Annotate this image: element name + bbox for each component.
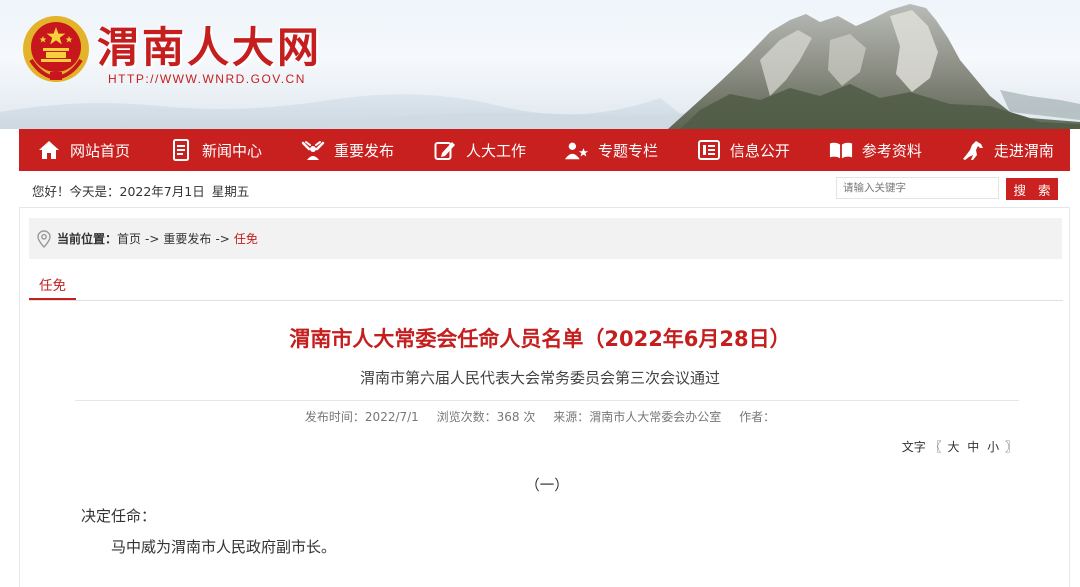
nav-item-label: 重要发布 <box>333 141 394 160</box>
font-size-label: 文字 <box>901 440 926 454</box>
tab-appointments[interactable]: 任免 <box>29 274 76 300</box>
article-source: 来源：渭南市人大常委会办公室 <box>553 410 722 424</box>
date-greeting: 您好！今天是：2022年7月1日 星期五 <box>32 181 252 200</box>
main-nav: 网站首页 新闻中心 重要发布 人大工作 专题专栏 信息公开 参考资料 走进渭南 <box>19 129 1070 171</box>
national-emblem-icon <box>23 16 89 82</box>
font-size-medium-button[interactable]: 中 <box>967 440 979 454</box>
nav-item-weinan[interactable]: 走进渭南 <box>961 139 1054 161</box>
nav-item-home[interactable]: 网站首页 <box>37 139 130 161</box>
section-number: （一） <box>525 478 569 494</box>
breadcrumb-separator: -> <box>145 231 160 246</box>
nav-item-info[interactable]: 信息公开 <box>697 139 790 161</box>
nav-item-label: 网站首页 <box>70 141 131 160</box>
article-paragraph: 决定任命： <box>81 507 157 525</box>
nav-item-label: 新闻中心 <box>201 141 262 160</box>
person-star-icon <box>564 139 589 161</box>
book-icon <box>829 139 853 161</box>
search-button[interactable]: 搜 索 <box>1006 178 1058 200</box>
greeting-text: 您好！今天是：2022年7月1日 <box>32 184 205 199</box>
search-input[interactable] <box>836 177 999 199</box>
tab-divider <box>29 300 1063 301</box>
nav-item-news[interactable]: 新闻中心 <box>169 139 262 161</box>
font-size-small-button[interactable]: 小 <box>987 440 999 454</box>
nav-item-reference[interactable]: 参考资料 <box>829 139 922 161</box>
nav-item-label: 参考资料 <box>861 141 922 160</box>
home-icon <box>37 139 61 161</box>
list-document-icon <box>697 139 721 161</box>
site-url: HTTP://WWW.WNRD.GOV.CN <box>108 72 306 86</box>
horse-icon <box>961 139 985 161</box>
article-divider <box>75 400 1019 401</box>
nav-item-label: 走进渭南 <box>993 141 1054 160</box>
nav-item-work[interactable]: 人大工作 <box>433 139 526 161</box>
location-pin-icon <box>37 229 51 248</box>
font-size-bracket-close: 〗 <box>1004 440 1017 454</box>
nav-item-label: 人大工作 <box>465 141 526 160</box>
weekday-text: 星期五 <box>211 184 250 199</box>
font-size-large-button[interactable]: 大 <box>947 440 959 454</box>
site-title[interactable]: 渭南人大网 <box>97 14 322 75</box>
publish-time: 发布时间：2022/7/1 <box>304 410 419 424</box>
news-document-icon <box>169 139 193 161</box>
edit-icon <box>433 139 457 161</box>
nav-item-release[interactable]: 重要发布 <box>301 139 394 161</box>
article-subtitle: 渭南市第六届人民代表大会常务委员会第三次会议通过 <box>359 369 720 387</box>
content-frame <box>19 207 1070 587</box>
breadcrumb: 当前位置： 首页 -> 重要发布 -> 任免 <box>29 218 1062 259</box>
view-count: 浏览次数：368 次 <box>436 410 536 424</box>
nav-item-label: 信息公开 <box>729 141 790 160</box>
breadcrumb-label: 当前位置： <box>57 232 118 246</box>
breadcrumb-home-link[interactable]: 首页 <box>117 230 141 247</box>
article-title: 渭南市人大常委会任命人员名单（2022年6月28日） <box>289 327 791 351</box>
nav-item-special[interactable]: 专题专栏 <box>564 139 658 161</box>
font-size-switcher: 文字 〖 大 中 小 〗 <box>902 438 1017 455</box>
font-size-bracket-open: 〖 <box>929 440 942 454</box>
release-person-icon <box>301 139 325 161</box>
article-author: 作者： <box>739 410 776 424</box>
article-meta: 发布时间：2022/7/1 浏览次数：368 次 来源：渭南市人大常委会办公室 … <box>0 408 1080 425</box>
breadcrumb-current: 任免 <box>233 232 258 246</box>
header-banner: 渭南人大网 HTTP://WWW.WNRD.GOV.CN <box>0 0 1080 129</box>
breadcrumb-release-link[interactable]: 重要发布 <box>163 230 211 247</box>
nav-item-label: 专题专栏 <box>597 141 658 160</box>
article-paragraph: 马中威为渭南市人民政府副市长。 <box>111 538 337 556</box>
breadcrumb-separator: -> <box>215 231 230 246</box>
